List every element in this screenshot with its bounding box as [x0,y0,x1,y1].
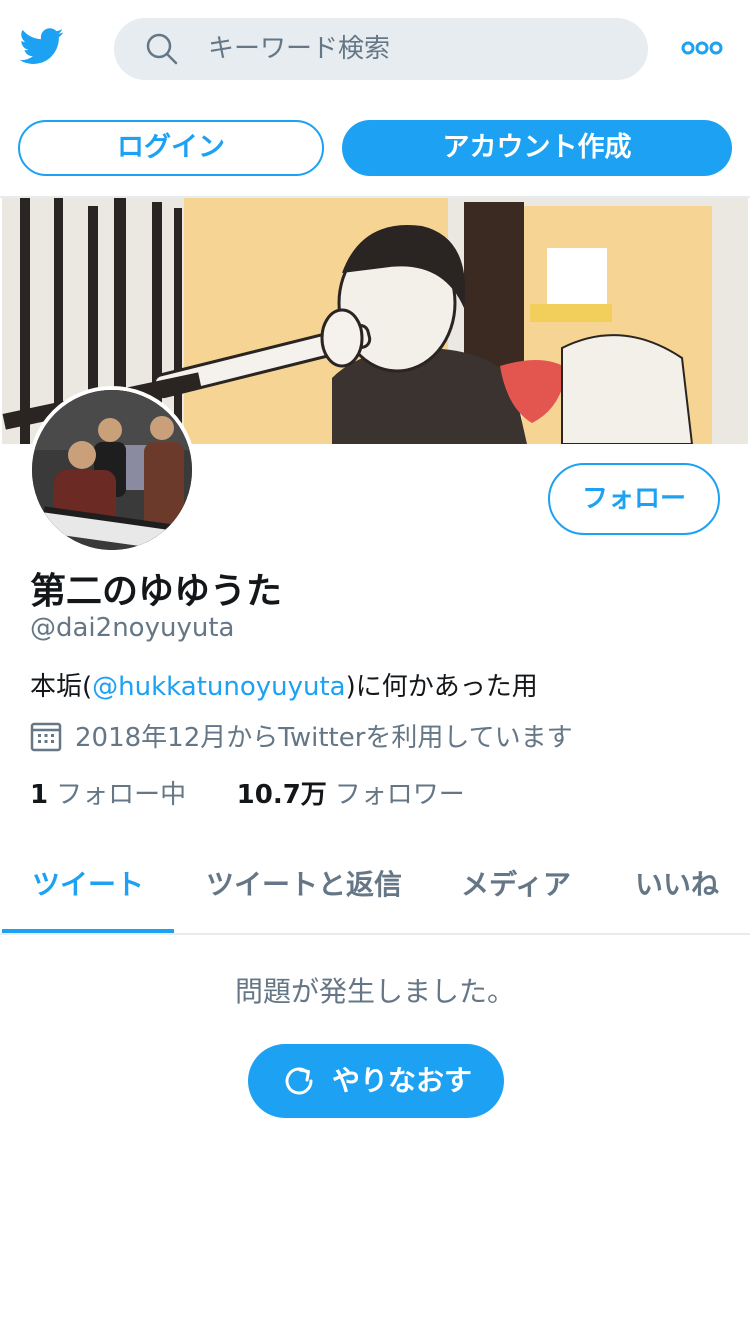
bio-text-suffix: )に何かあった用 [345,672,538,702]
error-message: 問題が発生しました。 [234,975,515,1008]
profile-stats: 1 フォロー中 10.7万 フォロワー [30,774,465,811]
tab-tweets[interactable]: ツイート [2,835,174,935]
search-icon [146,33,178,65]
bio-text-prefix: 本垢( [30,672,93,702]
search-placeholder: キーワード検索 [208,34,391,64]
avatar-photo [32,390,192,550]
signup-button[interactable]: アカウント作成 [342,120,732,176]
following-label: フォロー中 [56,780,187,810]
tab-tweets-and-replies[interactable]: ツイートと返信 [190,835,418,935]
refresh-icon [285,1067,313,1095]
followers-label: フォロワー [334,780,465,810]
avatar[interactable] [28,386,196,554]
profile-bio: 本垢(@hukkatunoyuyuta)に何かあった用 [30,666,538,703]
following-link[interactable]: 1 フォロー中 [30,780,194,810]
tab-likes[interactable]: いいね [618,835,736,935]
bio-mention-link[interactable]: @hukkatunoyuyuta [92,672,345,702]
followers-count: 10.7万 [236,780,327,810]
profile-name: 第二のゆゆうた [30,571,283,612]
follow-button[interactable]: フォロー [548,463,720,535]
more-dots-icon[interactable] [680,36,724,60]
retry-label: やりなおす [332,1064,473,1097]
divider [0,933,750,935]
top-bar: キーワード検索 [0,0,750,100]
profile-tabs: ツイート ツイートと返信 メディア いいね [0,835,750,935]
twitter-bird-icon[interactable] [18,24,66,68]
followers-link[interactable]: 10.7万 フォロワー [237,780,465,810]
retry-button[interactable]: やりなおす [248,1044,504,1118]
tab-media[interactable]: メディア [440,835,592,935]
calendar-icon [30,722,62,752]
search-input[interactable]: キーワード検索 [114,18,648,80]
login-button[interactable]: ログイン [18,120,324,176]
profile-handle: @dai2noyuyuta [30,613,235,643]
following-count: 1 [30,780,49,810]
joined-text: 2018年12月からTwitterを利用しています [75,723,573,753]
